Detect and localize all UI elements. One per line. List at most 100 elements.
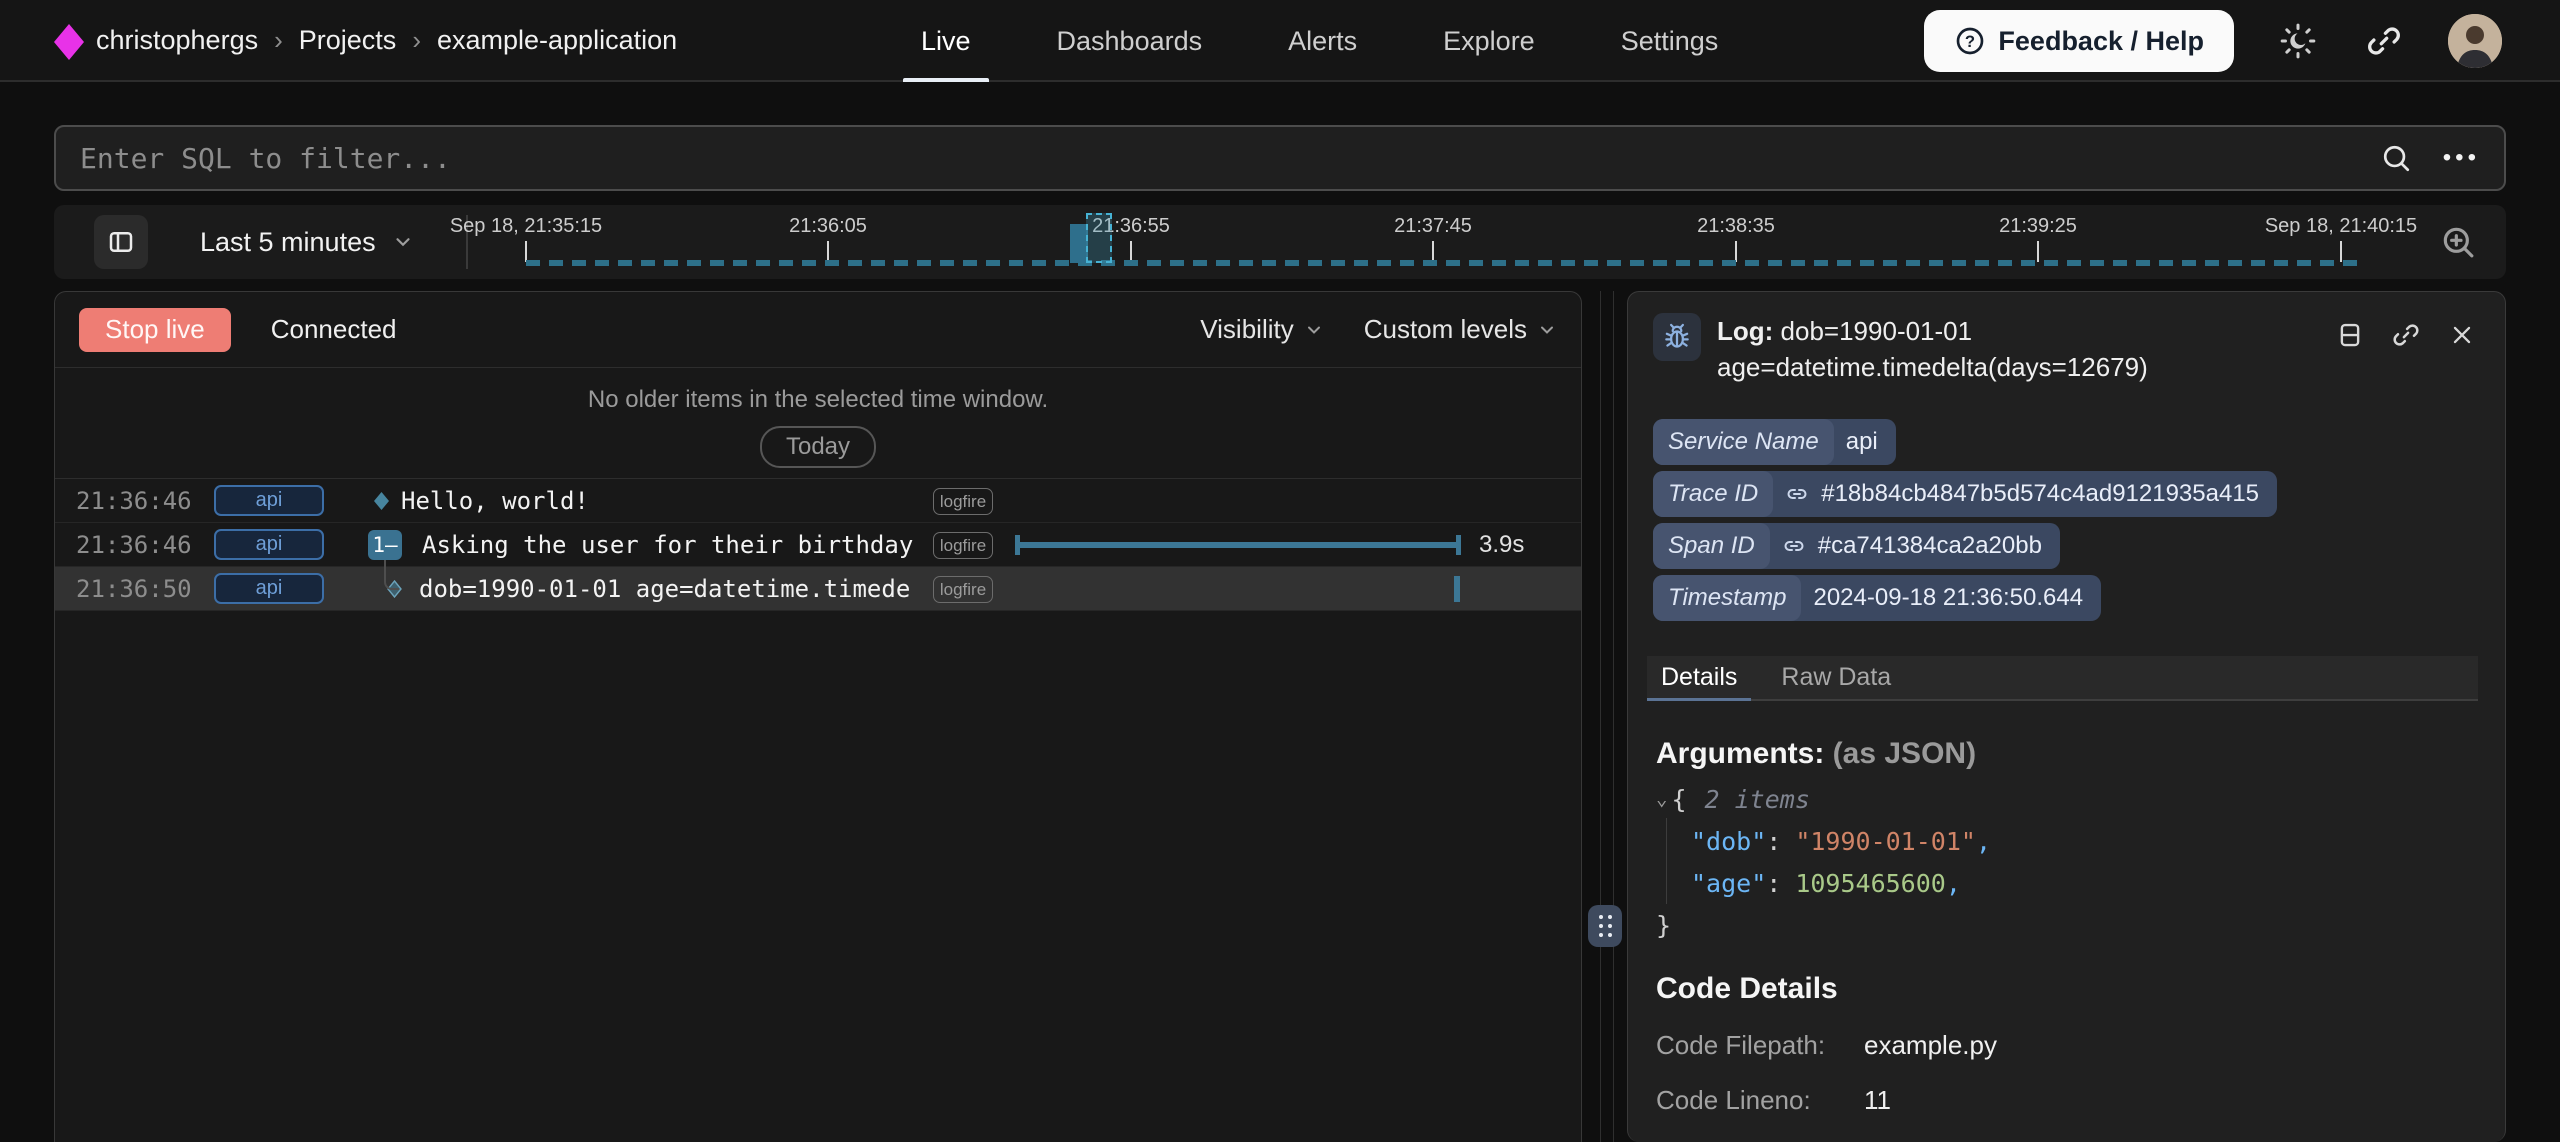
timeline-tick-label: 21:39:25: [1999, 215, 2077, 238]
log-timestamp: 21:36:46: [76, 487, 192, 515]
timeline-tick-label: 21:38:35: [1697, 215, 1775, 238]
json-key: "dob": [1691, 827, 1766, 856]
tab-raw-data[interactable]: Raw Data: [1781, 656, 1891, 699]
breadcrumb-separator: ›: [412, 25, 421, 56]
svg-text:?: ?: [1965, 32, 1975, 51]
code-filepath-value: example.py: [1864, 1030, 1997, 1061]
sidebar-toggle-icon[interactable]: [94, 215, 148, 269]
logfire-tag: logfire: [933, 488, 993, 515]
close-icon[interactable]: [2445, 318, 2479, 352]
trace-id-pill[interactable]: Trace ID #18b84cb4847b5d574c4ad9121935a4…: [1653, 471, 2277, 517]
empty-state: No older items in the selected time wind…: [55, 368, 1581, 479]
top-nav: christophergs › Projects › example-appli…: [0, 0, 2560, 82]
logfire-live-page: christophergs › Projects › example-appli…: [0, 0, 2560, 1142]
tree-connector-line: [384, 560, 399, 590]
json-key: "age": [1691, 869, 1766, 898]
tab-explore[interactable]: Explore: [1437, 0, 1541, 82]
link-icon: [1785, 482, 1809, 506]
json-close-brace: }: [1656, 911, 1671, 940]
detail-title-text: dob=1990-01-01 age=datetime.timedelta(da…: [1717, 316, 2148, 382]
tab-details[interactable]: Details: [1661, 656, 1737, 699]
tab-alerts[interactable]: Alerts: [1282, 0, 1363, 82]
json-comma: ,: [1946, 869, 1961, 898]
search-icon[interactable]: [2379, 141, 2413, 175]
stop-live-button[interactable]: Stop live: [79, 308, 231, 352]
chevron-down-icon: [1304, 320, 1324, 340]
divider: [1600, 291, 1601, 1142]
log-diamond-icon: [374, 492, 389, 510]
timeline-tick-mark: [827, 241, 829, 262]
logfire-tag: logfire: [933, 532, 993, 559]
json-colon: :: [1766, 827, 1781, 856]
custom-levels-dropdown[interactable]: Custom levels: [1364, 314, 1557, 345]
arguments-heading: Arguments: (as JSON): [1656, 737, 1976, 771]
divider: [1613, 291, 1614, 1142]
detail-title: Log: dob=1990-01-01 age=datetime.timedel…: [1717, 313, 2341, 385]
pill-value: api: [1846, 428, 1878, 456]
attribute-pills: Service Name api Trace ID #18b84cb4847b5…: [1653, 419, 2277, 621]
breadcrumb-project-name[interactable]: example-application: [437, 25, 677, 56]
json-entry: "dob":"1990-01-01",: [1656, 821, 1991, 863]
timeline-tick-label: Sep 18, 21:35:15: [450, 215, 602, 238]
feedback-help-button[interactable]: ? Feedback / Help: [1924, 10, 2234, 72]
pill-label: Service Name: [1653, 419, 1834, 465]
log-rows: 21:36:46 api Hello, world! logfire 21:36…: [55, 479, 1581, 611]
log-row[interactable]: 21:36:46 api Hello, world! logfire: [55, 479, 1581, 523]
link-icon: [1782, 534, 1806, 558]
timeline-tick-mark: [2037, 241, 2039, 262]
breadcrumb-org[interactable]: christophergs: [96, 25, 258, 56]
pill-label: Trace ID: [1653, 471, 1773, 517]
log-row[interactable]: 21:36:46 api 1– Asking the user for thei…: [55, 523, 1581, 567]
split-view-icon[interactable]: [2333, 318, 2367, 352]
breadcrumb-projects[interactable]: Projects: [299, 25, 397, 56]
debug-bug-icon: [1653, 313, 1701, 361]
pill-value: #ca741384ca2a20bb: [1818, 532, 2042, 560]
sql-filter-actions: •••: [2379, 141, 2480, 175]
share-link-icon[interactable]: [2362, 19, 2406, 63]
timeline-selection-window[interactable]: [1086, 213, 1112, 263]
timeline-tick-mark: [2340, 241, 2342, 262]
detail-tabs: Details Raw Data: [1647, 656, 2478, 701]
tab-dashboards[interactable]: Dashboards: [1051, 0, 1209, 82]
feedback-help-label: Feedback / Help: [1998, 26, 2204, 57]
log-time-marker: [1454, 576, 1460, 602]
timeline-tick-mark: [1432, 241, 1434, 262]
logfire-logo-icon[interactable]: [54, 24, 84, 60]
theme-toggle-icon[interactable]: [2276, 19, 2320, 63]
today-button[interactable]: Today: [760, 426, 876, 468]
collapse-caret-icon[interactable]: ⌄: [1656, 788, 1667, 810]
more-options-icon[interactable]: •••: [2443, 144, 2480, 172]
collapse-children-badge[interactable]: 1–: [368, 530, 402, 560]
content-area: Stop live Connected Visibility Custom le…: [54, 291, 2506, 1142]
copy-link-icon[interactable]: [2389, 318, 2423, 352]
json-colon: :: [1766, 869, 1781, 898]
arguments-heading-suffix: (as JSON): [1824, 737, 1976, 770]
code-details-section: Code Details Code Filepath: example.py C…: [1656, 972, 1997, 1116]
panel-resize-handle[interactable]: [1588, 905, 1622, 947]
json-open-brace: {: [1671, 785, 1686, 814]
sql-filter-input[interactable]: [80, 142, 2379, 175]
time-range-dropdown[interactable]: Last 5 minutes: [200, 205, 414, 279]
custom-levels-label: Custom levels: [1364, 314, 1527, 345]
tab-live[interactable]: Live: [915, 0, 977, 82]
zoom-in-icon[interactable]: [2438, 222, 2478, 262]
log-row-selected[interactable]: 21:36:50 api dob=1990-01-01 age=datetime…: [55, 567, 1581, 611]
code-lineno-label: Code Lineno:: [1656, 1085, 1864, 1116]
visibility-dropdown[interactable]: Visibility: [1200, 314, 1323, 345]
timeline-tick-label: 21:36:05: [789, 215, 867, 238]
log-message: dob=1990-01-01 age=datetime.timede: [419, 575, 910, 603]
user-avatar[interactable]: [2448, 14, 2502, 68]
service-badge: api: [214, 573, 324, 604]
detail-title-kind: Log:: [1717, 316, 1773, 346]
pill-label: Timestamp: [1653, 575, 1801, 621]
tab-settings[interactable]: Settings: [1615, 0, 1725, 82]
json-root-line[interactable]: ⌄{2 items: [1656, 778, 1991, 821]
service-name-pill: Service Name api: [1653, 419, 1896, 465]
main-tabs: Live Dashboards Alerts Explore Settings: [915, 0, 1724, 82]
service-badge: api: [214, 485, 324, 516]
span-id-pill[interactable]: Span ID #ca741384ca2a20bb: [1653, 523, 2060, 569]
detail-actions: [2333, 318, 2479, 352]
service-badge: api: [214, 529, 324, 560]
log-message: Hello, world!: [401, 487, 589, 515]
time-range-bar: Last 5 minutes Sep 18, 21:35:15 21:36:05…: [54, 205, 2506, 279]
